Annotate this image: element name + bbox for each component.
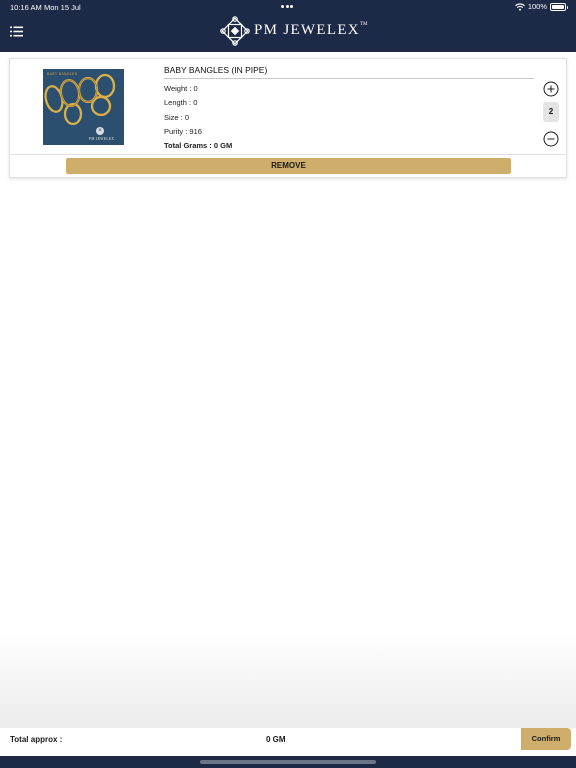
brand-name: PM JEWELEXTM: [254, 22, 368, 38]
home-area: [0, 756, 576, 768]
battery-percent: 100%: [527, 2, 547, 11]
app-header: 10:16 AM Mon 15 Jul 100% PM JEWELEXTM: [0, 0, 576, 52]
battery-icon: [550, 2, 568, 11]
home-indicator[interactable]: [200, 760, 376, 764]
multitasking-dots-icon[interactable]: [281, 5, 295, 8]
card-divider: [10, 154, 566, 155]
plus-circle-icon[interactable]: [543, 81, 559, 97]
total-bar: Total approx : 0 GM Confirm: [5, 728, 571, 750]
wifi-icon: [514, 2, 525, 11]
spec-size: Size : 0: [164, 113, 190, 122]
quantity-stepper: 2: [543, 81, 559, 149]
confirm-button[interactable]: Confirm: [521, 728, 571, 750]
cart-item-card: BABY BANGLES × PM JEWELEX BABY BANGLES (…: [9, 58, 567, 178]
spec-purity: Purity : 916: [164, 127, 202, 136]
quantity-value: 2: [543, 102, 559, 122]
status-indicators: 100%: [514, 2, 568, 11]
trademark-mark: TM: [359, 22, 368, 27]
product-title: BABY BANGLES (IN PIPE): [164, 65, 268, 75]
remove-button[interactable]: REMOVE: [66, 158, 511, 174]
diamond-logo-icon: [220, 16, 250, 46]
title-divider: [164, 78, 534, 79]
spec-weight: Weight : 0: [164, 84, 198, 93]
status-time: 10:16 AM: [10, 3, 42, 12]
total-value: 0 GM: [266, 735, 286, 744]
total-label: Total approx :: [10, 735, 63, 744]
spec-total-grams: Total Grams : 0 GM: [164, 141, 233, 150]
image-brand: PM JEWELEX: [89, 137, 115, 141]
status-bar: 10:16 AM Mon 15 Jul 100%: [0, 0, 576, 14]
product-image[interactable]: BABY BANGLES × PM JEWELEX: [43, 69, 124, 145]
status-date: Mon 15 Jul: [44, 3, 81, 12]
menu-icon[interactable]: [10, 26, 23, 37]
minus-circle-icon[interactable]: [543, 131, 559, 147]
image-close-icon: ×: [96, 127, 104, 135]
image-caption: BABY BANGLES: [47, 72, 78, 76]
bangles-illustration: [44, 73, 116, 126]
spec-length: Length : 0: [164, 98, 198, 107]
bottom-fade: [0, 630, 576, 728]
